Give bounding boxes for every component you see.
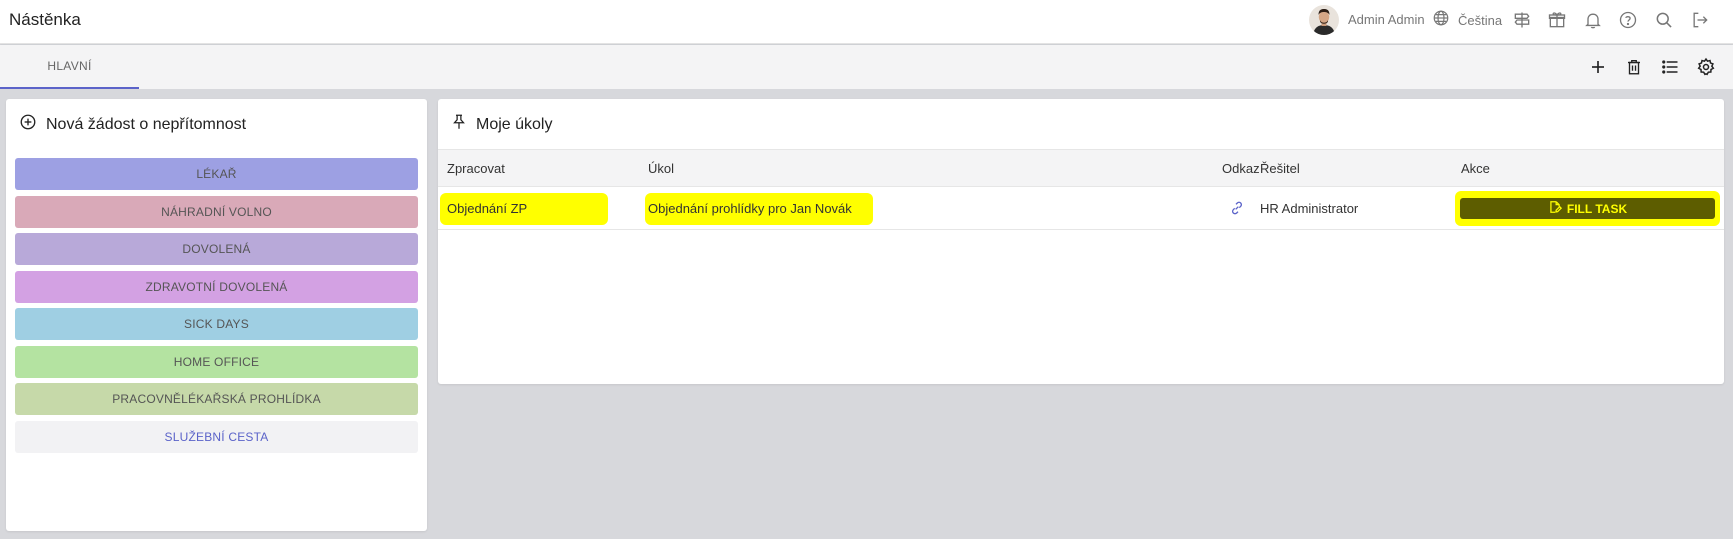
bell-icon[interactable] (1582, 9, 1604, 31)
list-icon[interactable] (1658, 55, 1682, 79)
tasks-card-title: Moje úkoly (476, 115, 553, 133)
language-switcher[interactable]: Čeština (1432, 9, 1502, 31)
fill-task-label: FILL TASK (1566, 201, 1628, 216)
task-solver-cell: HR Administrator (1260, 201, 1359, 216)
signpost-icon[interactable] (1511, 9, 1533, 31)
tasks-card-header: Moje úkoly (451, 113, 552, 136)
column-task[interactable]: Úkol (648, 161, 674, 176)
absence-request-card: Nová žádost o nepřítomnost LÉKAŘ NÁHRADN… (6, 99, 427, 531)
absence-button-sluzebni-cesta[interactable]: SLUŽEBNÍ CESTA (15, 421, 418, 453)
trash-icon[interactable] (1622, 55, 1646, 79)
pin-icon (451, 113, 467, 136)
column-solver[interactable]: Řešitel (1260, 161, 1300, 176)
absence-button-lekar[interactable]: LÉKAŘ (15, 158, 418, 190)
edit-document-icon (1548, 200, 1562, 217)
absence-button-dovolena[interactable]: DOVOLENÁ (15, 233, 418, 265)
fill-task-button[interactable]: FILL TASK (1460, 198, 1715, 219)
absence-button-home-office[interactable]: HOME OFFICE (15, 346, 418, 378)
tasks-table-header: Zpracovat Úkol Odkaz Řešitel Akce (438, 149, 1724, 187)
add-circle-icon (19, 113, 37, 136)
tab-hlavni[interactable]: HLAVNÍ (0, 45, 139, 89)
absence-button-nahradni-volno[interactable]: NÁHRADNÍ VOLNO (15, 196, 418, 228)
absence-button-sick-days[interactable]: SICK DAYS (15, 308, 418, 340)
globe-icon (1432, 9, 1450, 32)
table-row[interactable]: Objednání ZP Objednání prohlídky pro Jan… (438, 187, 1724, 230)
help-icon[interactable] (1617, 9, 1639, 31)
absence-button-zdravotni-dovolena[interactable]: ZDRAVOTNÍ DOVOLENÁ (15, 271, 418, 303)
page-title: Nástěnka (9, 10, 81, 29)
logout-icon[interactable] (1689, 9, 1711, 31)
task-name-cell: Objednání prohlídky pro Jan Novák (648, 201, 852, 216)
avatar[interactable] (1309, 5, 1339, 35)
column-link[interactable]: Odkaz (1222, 161, 1260, 176)
my-tasks-card: Moje úkoly Zpracovat Úkol Odkaz Řešitel … (438, 99, 1724, 384)
top-bar: Nástěnka Admin Admin Čeština (0, 0, 1733, 44)
task-process-cell: Objednání ZP (447, 201, 528, 216)
column-action[interactable]: Akce (1461, 161, 1490, 176)
tab-bar: HLAVNÍ (0, 45, 1733, 89)
absence-card-title: Nová žádost o nepřítomnost (46, 115, 247, 133)
column-process[interactable]: Zpracovat (447, 161, 505, 176)
gift-icon[interactable] (1546, 9, 1568, 31)
language-label: Čeština (1458, 12, 1503, 28)
absence-card-header: Nová žádost o nepřítomnost (19, 113, 246, 136)
add-icon[interactable] (1586, 55, 1610, 79)
settings-icon[interactable] (1694, 55, 1718, 79)
search-icon[interactable] (1653, 9, 1675, 31)
link-icon[interactable] (1229, 200, 1245, 221)
absence-button-prohlidka[interactable]: PRACOVNĚLÉKAŘSKÁ PROHLÍDKA (15, 383, 418, 415)
user-name[interactable]: Admin Admin (1348, 12, 1425, 27)
